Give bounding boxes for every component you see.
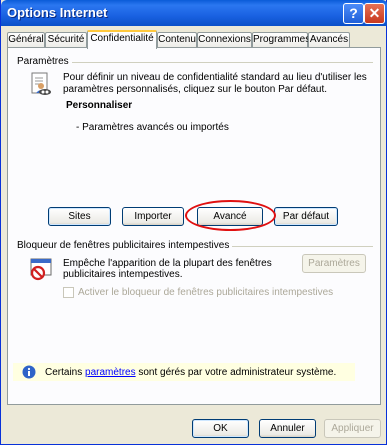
popup-blocker-checkbox-label: Activer le bloqueur de fenêtres publicit… bbox=[78, 287, 334, 298]
advanced-highlight-ring bbox=[185, 200, 276, 231]
settings-description-line1: Pour définir un niveau de confidentialit… bbox=[63, 72, 367, 83]
popup-group-label: Bloqueur de fenêtres publicitaires intem… bbox=[17, 240, 233, 251]
privacy-level-title: Personnaliser bbox=[66, 100, 133, 111]
popup-blocker-icon bbox=[29, 257, 55, 281]
settings-description-line2: paramètres personnalisés, cliquez sur le… bbox=[63, 84, 328, 95]
close-button[interactable]: ✕ bbox=[364, 3, 385, 24]
internet-options-dialog: Options Internet ? ✕ Général Sécurité Co… bbox=[0, 0, 387, 445]
sites-button[interactable]: Sites bbox=[48, 207, 111, 226]
privacy-panel bbox=[7, 47, 381, 405]
settings-divider bbox=[63, 62, 373, 63]
settings-group-label: Paramètres bbox=[17, 56, 72, 67]
tab-content[interactable]: Contenu bbox=[157, 32, 197, 48]
tab-programs[interactable]: Programmes bbox=[252, 32, 310, 48]
tab-privacy[interactable]: Confidentialité bbox=[87, 30, 157, 49]
ok-button[interactable]: OK bbox=[192, 419, 249, 438]
popup-settings-button[interactable]: Paramètres bbox=[302, 254, 366, 273]
tab-security[interactable]: Sécurité bbox=[45, 32, 87, 48]
default-button[interactable]: Par défaut bbox=[274, 207, 338, 226]
admin-info-text: Certains paramètres sont gérés par votre… bbox=[45, 367, 336, 379]
tab-connections[interactable]: Connexions bbox=[197, 32, 252, 48]
popup-description-line2: publicitaires intempestives. bbox=[63, 269, 183, 280]
admin-settings-link[interactable]: paramètres bbox=[85, 367, 136, 378]
privacy-document-icon bbox=[31, 72, 53, 98]
tab-general[interactable]: Général bbox=[7, 32, 45, 48]
title-bar[interactable]: Options Internet ? ✕ bbox=[1, 0, 387, 26]
popup-blocker-checkbox[interactable] bbox=[63, 287, 74, 298]
admin-info-suffix: sont gérés par votre administrateur syst… bbox=[135, 367, 337, 378]
admin-info-prefix: Certains bbox=[45, 367, 86, 378]
info-icon bbox=[22, 365, 36, 379]
window-title: Options Internet bbox=[7, 5, 108, 20]
apply-button[interactable]: Appliquer bbox=[324, 419, 381, 438]
import-button[interactable]: Importer bbox=[122, 207, 184, 226]
cancel-button[interactable]: Annuler bbox=[259, 419, 316, 438]
help-button[interactable]: ? bbox=[343, 3, 364, 24]
privacy-level-detail: - Paramètres avancés ou importés bbox=[76, 122, 229, 133]
tab-advanced[interactable]: Avancés bbox=[308, 32, 350, 48]
